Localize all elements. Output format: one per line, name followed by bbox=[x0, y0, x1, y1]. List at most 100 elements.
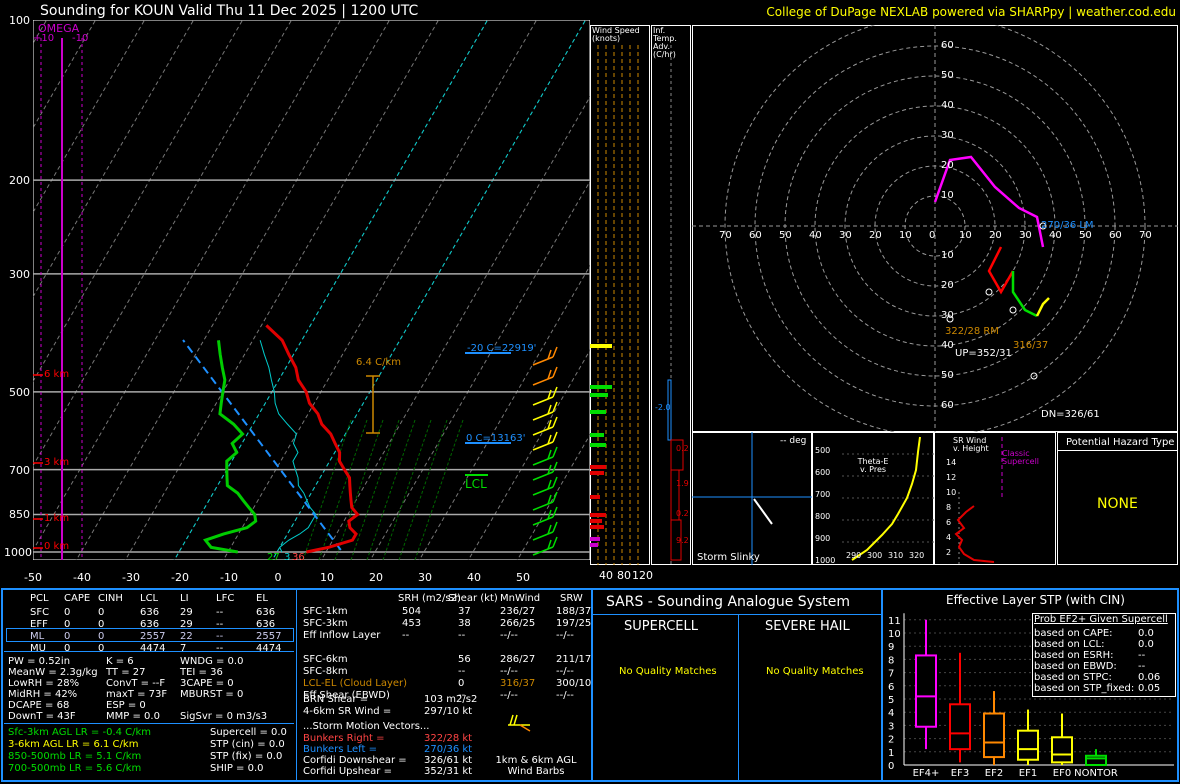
hodo-ring-label: 70 bbox=[1139, 230, 1152, 241]
srwind-46-value: 297/10 kt bbox=[424, 706, 473, 717]
sars-supercell-match: No Quality Matches bbox=[619, 666, 717, 677]
dn-label: DN=326/61 bbox=[1041, 409, 1100, 420]
hodo-ring-label: 50 bbox=[941, 70, 954, 81]
kinematics-label: SFC-8km bbox=[303, 666, 348, 677]
hodo-ring-label: 50 bbox=[779, 230, 792, 241]
parcel-cell: 0 bbox=[64, 643, 71, 654]
wind-speed-bar bbox=[590, 465, 606, 469]
wind-speed-tick-40: 40 bbox=[599, 569, 613, 582]
prob-title: Prob EF2+ Given Supercell bbox=[1034, 614, 1168, 625]
wind-speed-bar bbox=[590, 443, 606, 447]
storm-motion-label: Bunkers Right = bbox=[303, 733, 385, 744]
rm2-label: 316/37 bbox=[1013, 340, 1049, 351]
rm-label: 322/28 RM bbox=[945, 326, 999, 337]
index-value: ESP = 0 bbox=[106, 700, 146, 711]
srwind-y-label: 2 bbox=[946, 548, 952, 557]
parcel-cell: 0 bbox=[98, 607, 105, 618]
kinematics-cell: 211/17 bbox=[556, 654, 592, 665]
kinematics-label: SFC-1km bbox=[303, 606, 348, 617]
prob-label: based on STPC: bbox=[1034, 672, 1112, 683]
theta-y-label: 700 bbox=[815, 490, 831, 499]
wind-speed-tick-80: 80 bbox=[617, 569, 631, 582]
theta-y-label: 800 bbox=[815, 512, 831, 521]
hodo-ring-label: 60 bbox=[1109, 230, 1122, 241]
wind-speed-panel bbox=[590, 25, 650, 565]
theta-y-label: 500 bbox=[815, 446, 831, 455]
sars-split bbox=[738, 614, 739, 780]
prob-label: based on ESRH: bbox=[1034, 650, 1114, 661]
temp-label: 50 bbox=[516, 571, 530, 584]
kinematics-cell: 0 bbox=[458, 678, 465, 689]
kinematics-cell: 316/37 bbox=[500, 678, 536, 689]
storm-slinky-svg bbox=[692, 432, 812, 565]
hazard-title: Potential Hazard Type bbox=[1066, 437, 1175, 448]
height-label-6km: 6 km bbox=[44, 369, 70, 380]
temp-adv-value-3: 0.2 bbox=[676, 509, 689, 518]
storm-motion-value: 270/36 kt bbox=[424, 744, 473, 755]
pressure-label-1000: 1000 bbox=[4, 546, 32, 559]
kinematics-header: SRW bbox=[560, 593, 583, 604]
storm-motion-value: 352/31 kt bbox=[424, 766, 473, 777]
pressure-label-200: 200 bbox=[9, 174, 30, 188]
brn-shear-value: 103 m2/s2 bbox=[424, 694, 478, 705]
stp-category-label: NONTOR bbox=[1074, 768, 1118, 779]
index-value: LowRH = 28% bbox=[8, 678, 80, 689]
kinematics-cell: --/-- bbox=[500, 666, 518, 677]
stp-y-tick: 4 bbox=[888, 708, 894, 719]
sr-wind-title: SR Wind v. Height bbox=[953, 436, 989, 453]
stp-box bbox=[983, 691, 1005, 765]
wind-speed-bar bbox=[590, 495, 600, 499]
kinematics-cell: --/-- bbox=[500, 690, 518, 701]
theta-x-label: 290 bbox=[846, 551, 862, 560]
sfc-dewp-label: 3 bbox=[284, 552, 291, 563]
temp-label: -10 bbox=[220, 571, 238, 584]
omega-tick-plus: +10 bbox=[33, 33, 55, 44]
slinky-label: Storm Slinky bbox=[697, 552, 760, 563]
prob-label: based on LCL: bbox=[1034, 639, 1105, 650]
wind-speed-bar bbox=[590, 393, 608, 397]
temp-label: -50 bbox=[24, 571, 42, 584]
temp-adv-title: Inf. Temp. Adv. (C/hr) bbox=[653, 26, 677, 59]
theta-e-panel bbox=[812, 432, 934, 565]
prob-label: based on STP_fixed: bbox=[1034, 683, 1135, 694]
parcel-header: LFC bbox=[216, 593, 235, 604]
stp-y-tick: 11 bbox=[888, 616, 901, 627]
wind-speed-title: Wind Speed (knots) bbox=[592, 26, 640, 43]
storm-slinky-panel bbox=[692, 432, 812, 565]
parcel-cell: 4474 bbox=[256, 643, 282, 654]
stp-y-tick: 6 bbox=[888, 682, 894, 693]
hodo-ring-label: 10 bbox=[941, 250, 954, 261]
kinematics-label: LCL-EL (Cloud Layer) bbox=[303, 678, 408, 689]
prob-value: -- bbox=[1138, 650, 1146, 661]
hodo-ring-label: 50 bbox=[941, 370, 954, 381]
credit-line: College of DuPage NEXLAB powered via SHA… bbox=[766, 5, 1176, 19]
storm-motion-label: Corfidi Upshear = bbox=[303, 766, 392, 777]
height-label-0km: 0 km bbox=[44, 541, 70, 552]
indices-divider bbox=[4, 723, 294, 724]
theta-e-svg bbox=[812, 432, 934, 565]
parcel-cell: 29 bbox=[180, 607, 193, 618]
parcel-cell: 7 bbox=[180, 643, 187, 654]
stp-box bbox=[1017, 709, 1039, 765]
barb-icon bbox=[508, 714, 531, 732]
parcel-cell: 0 bbox=[98, 643, 105, 654]
stp-category-label: EF1 bbox=[1019, 768, 1037, 779]
storm-motion-title: ...Storm Motion Vectors... bbox=[303, 721, 430, 732]
theta-y-label: 900 bbox=[815, 534, 831, 543]
hodo-ring-label: 50 bbox=[1079, 230, 1092, 241]
kinematics-header: MnWind bbox=[500, 593, 541, 604]
theta-x-label: 310 bbox=[888, 551, 904, 560]
index-value: PW = 0.52in bbox=[8, 656, 71, 667]
prob-label: based on EBWD: bbox=[1034, 661, 1117, 672]
stp-category-label: EF3 bbox=[951, 768, 969, 779]
srwind-y-label: 6 bbox=[946, 518, 952, 527]
lm-label: 270/36 LM bbox=[1041, 220, 1094, 231]
composite-value: SHIP = 0.0 bbox=[210, 763, 264, 774]
sfc-wetbulb-label: 36 bbox=[292, 552, 305, 563]
kinematics-cell: 188/37 bbox=[556, 606, 592, 617]
hodo-ring-label: 20 bbox=[989, 230, 1002, 241]
slinky-deg: -- deg bbox=[780, 436, 807, 446]
srwind-y-label: 4 bbox=[946, 533, 952, 542]
lapse-rate-value: 850-500mb LR = 5.1 C/km bbox=[8, 751, 142, 762]
theta-x-label: 300 bbox=[867, 551, 883, 560]
